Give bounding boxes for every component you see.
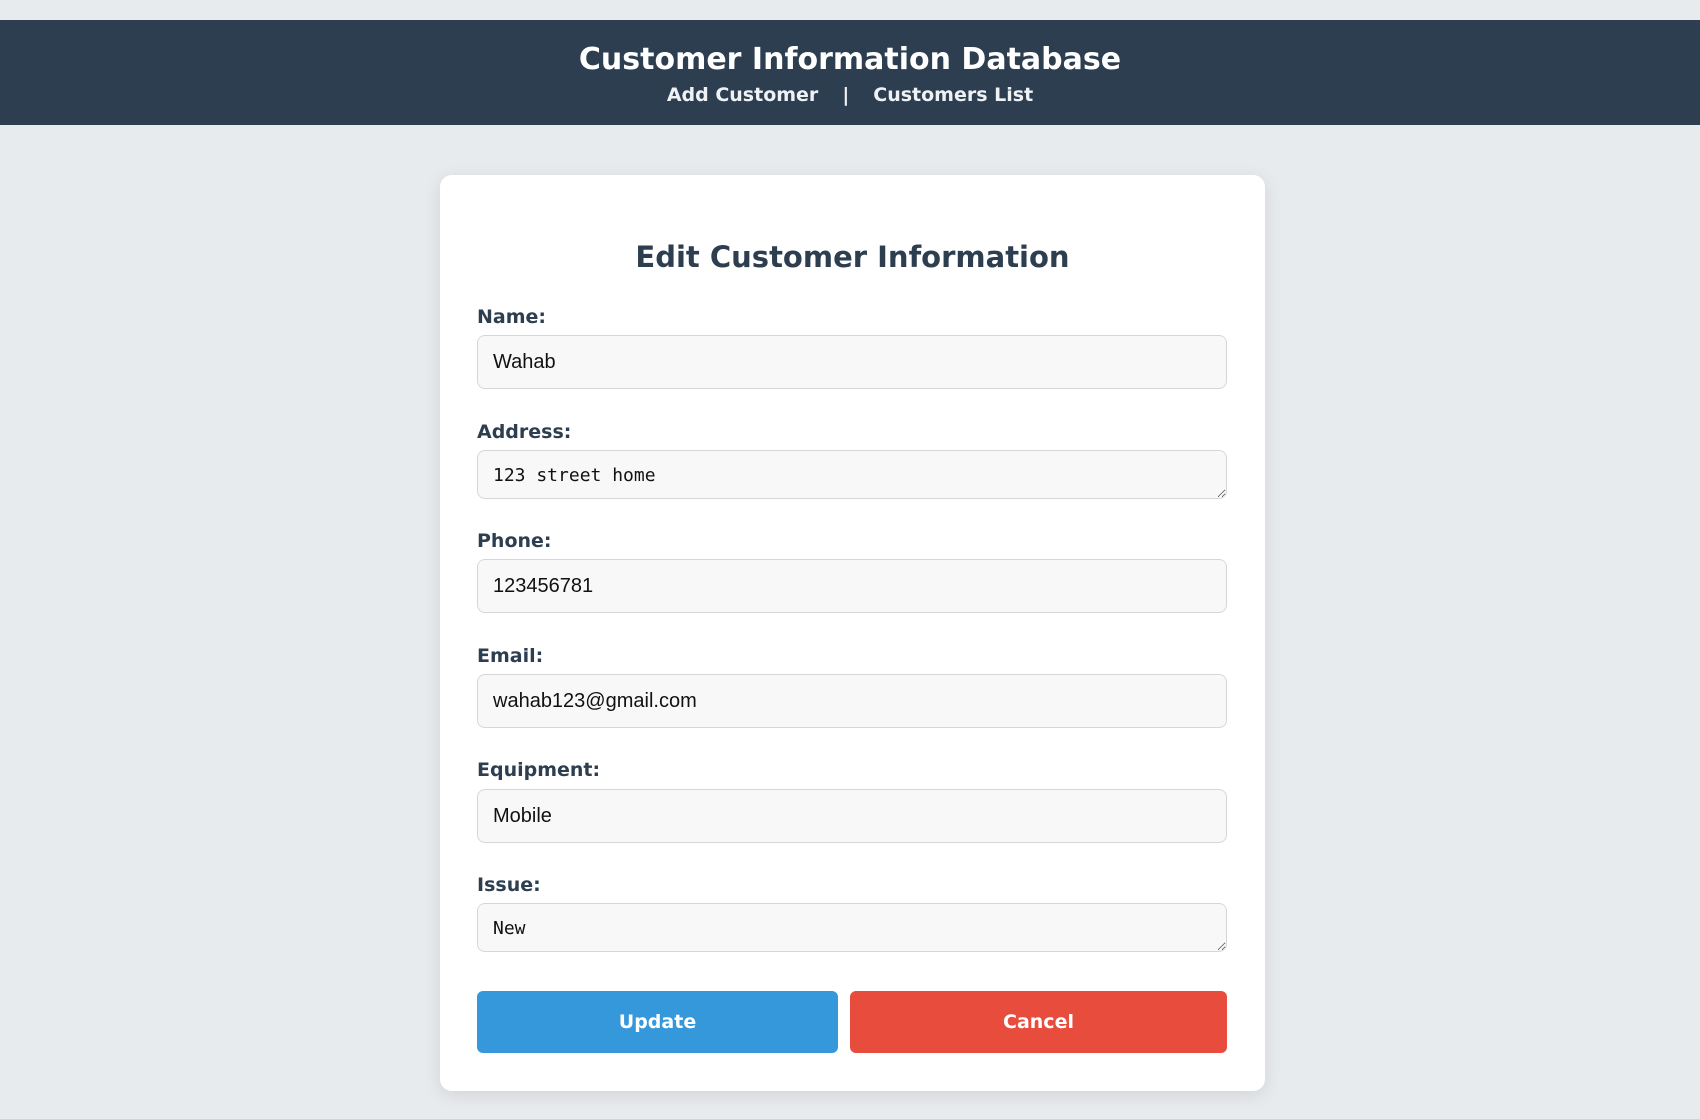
issue-textarea[interactable]: New [477, 903, 1227, 952]
address-label: Address: [477, 421, 572, 443]
cancel-button[interactable]: Cancel [850, 991, 1227, 1053]
name-input[interactable] [477, 335, 1227, 389]
email-label: Email: [477, 645, 544, 667]
issue-label: Issue: [477, 874, 541, 896]
email-input[interactable] [477, 674, 1227, 728]
main-nav: Add Customer | Customers List [0, 82, 1700, 108]
address-textarea[interactable]: 123 street home [477, 450, 1227, 499]
app-title: Customer Information Database [578, 42, 1122, 77]
equipment-input[interactable] [477, 789, 1227, 843]
phone-input[interactable] [477, 559, 1227, 613]
phone-label: Phone: [477, 530, 552, 552]
app-header: Customer Information Database Add Custom… [0, 20, 1700, 125]
edit-customer-card: Edit Customer Information Name: Address:… [440, 175, 1265, 1091]
update-button[interactable]: Update [477, 991, 838, 1053]
nav-add-customer-link[interactable]: Add Customer [667, 82, 819, 108]
nav-separator: | [842, 84, 850, 106]
nav-customers-list-link[interactable]: Customers List [873, 82, 1033, 108]
form-title: Edit Customer Information [635, 240, 1070, 274]
equipment-label: Equipment: [477, 759, 601, 781]
name-label: Name: [477, 306, 547, 328]
